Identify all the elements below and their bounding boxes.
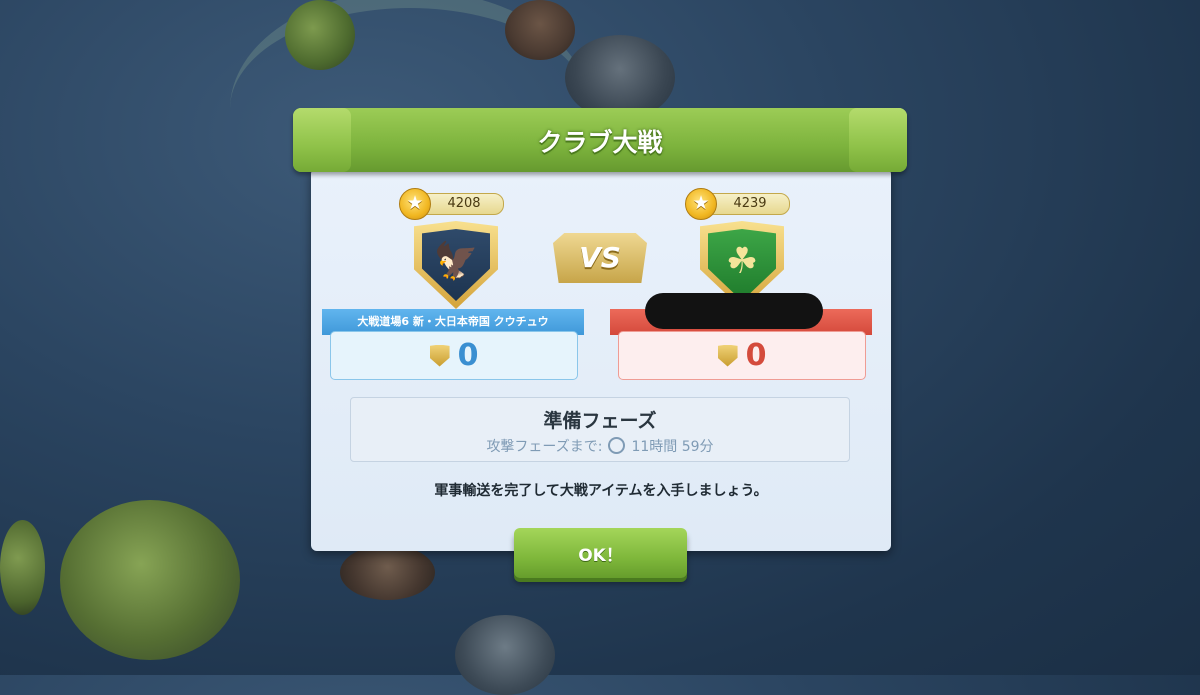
redaction-mark (645, 293, 823, 329)
left-clan-score-pill: ★ 4208 (399, 188, 504, 220)
dialog-message: 軍事輸送を完了して大戦アイテムを入手しましょう。 (434, 483, 768, 499)
background-island (0, 520, 45, 615)
left-clan-points-box: 0 (330, 331, 578, 380)
phase-timer: 攻撃フェーズまで: 11時間 59分 (351, 436, 849, 456)
dialog-title-banner: クラブ大戦 (293, 108, 907, 172)
background-island (455, 615, 555, 695)
dialog-title: クラブ大戦 (537, 128, 663, 157)
left-clan-score: 4208 (447, 196, 481, 211)
background-island (60, 500, 240, 660)
right-clan-points: 0 (745, 338, 767, 373)
ok-button[interactable]: OK！ (514, 528, 687, 578)
right-clan-score-pill: ★ 4239 (685, 188, 790, 220)
right-clan-score: 4239 (733, 196, 767, 211)
vs-emblem: VS (553, 233, 647, 283)
background-island (505, 0, 575, 60)
timer-label: 攻撃フェーズまで: (486, 439, 603, 455)
war-points-shield-icon (717, 344, 738, 367)
background-island (285, 0, 355, 70)
timer-value: 11時間 59分 (631, 439, 714, 455)
phase-title: 準備フェーズ (543, 410, 657, 432)
left-clan-name: 大戦道場6 新・大日本帝国 クウチュウ (357, 315, 549, 328)
war-points-shield-icon (429, 344, 450, 367)
phase-info-box: 準備フェーズ 攻撃フェーズまで: 11時間 59分 (350, 397, 850, 462)
stopwatch-icon (608, 437, 626, 454)
right-clan-points-box: 0 (618, 331, 866, 380)
background-island (340, 545, 435, 600)
left-clan-points: 0 (457, 338, 479, 373)
